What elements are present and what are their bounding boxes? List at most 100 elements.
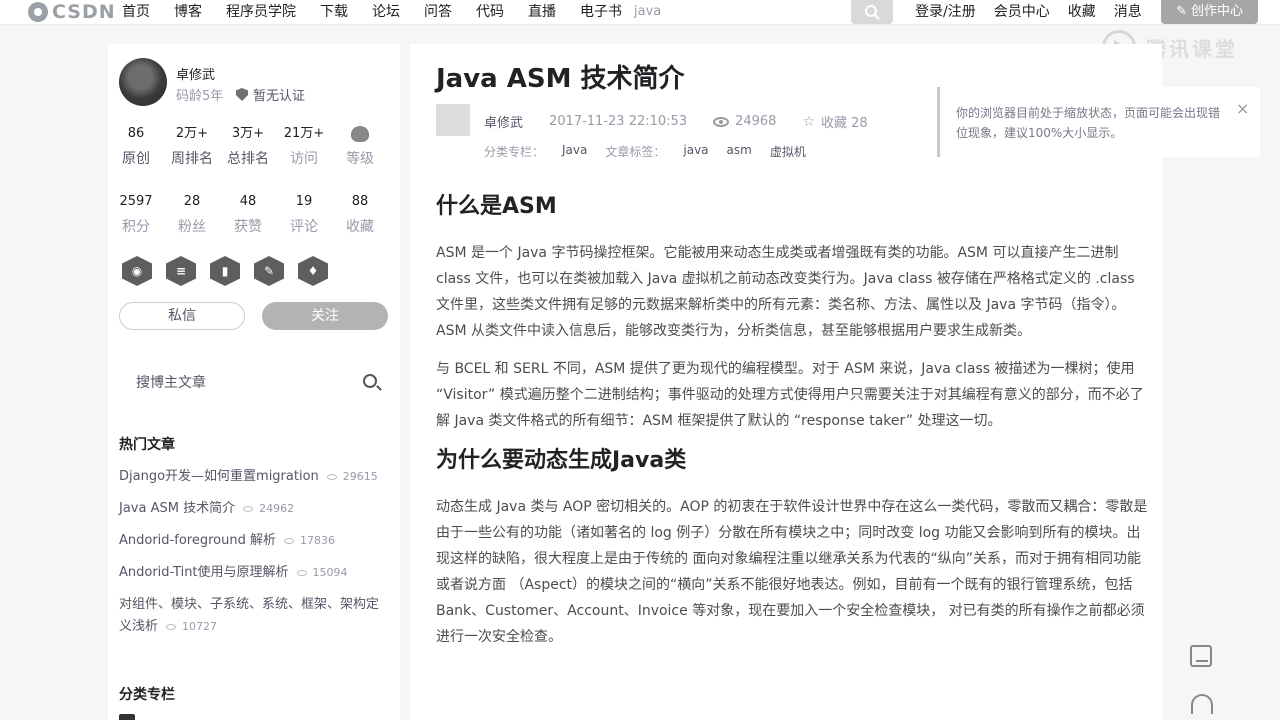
favorites-link[interactable]: 收藏 — [1059, 0, 1105, 24]
search-icon[interactable] — [363, 374, 377, 388]
private-message-button[interactable]: 私信 — [119, 302, 245, 330]
article-link[interactable]: 对组件、模块、子系统、系统、框架、架构定义浅析 — [119, 597, 379, 634]
level-icon — [351, 126, 369, 142]
category-icon — [119, 714, 135, 720]
edit-icon[interactable] — [1190, 645, 1212, 667]
article-content: 什么是ASM ASM 是一个 Java 字节码操控框架。它能被用来动态生成类或者… — [436, 192, 1148, 662]
meta-views: 24968 — [713, 114, 776, 129]
article-link[interactable]: Andorid-Tint使用与原理解析 — [119, 565, 289, 580]
code-age: 码龄5年 — [176, 89, 224, 104]
article-meta: 卓修武 2017-11-23 22:10:53 24968 ☆ 收藏 28 — [484, 112, 868, 132]
main-nav: 首页 博客 程序员学院 下载 论坛 问答 代码 直播 电子书 — [110, 0, 634, 24]
view-count: 17836 — [299, 534, 335, 547]
tags-label: 文章标签： — [605, 145, 666, 159]
nav-ebook[interactable]: 电子书 — [568, 0, 634, 24]
stat-level[interactable]: 等级 — [332, 124, 388, 169]
paragraph: ASM 是一个 Java 字节码操控框架。它能被用来动态生成类或者增强既有类的功… — [436, 245, 1135, 339]
list-item[interactable]: 对组件、模块、子系统、系统、框架、架构定义浅析 10727 — [119, 594, 389, 638]
star-icon: ☆ — [802, 113, 816, 130]
stat-weekly-rank[interactable]: 2万+ 周排名 — [164, 124, 220, 169]
eye-icon — [296, 569, 307, 576]
nav-blog[interactable]: 博客 — [162, 0, 214, 24]
csdn-logo[interactable]: CSDN — [28, 1, 116, 23]
view-count: 15094 — [312, 566, 348, 579]
article-link[interactable]: Django开发—如何重置migration — [119, 469, 319, 484]
category-tag[interactable]: Java — [562, 143, 587, 160]
cup-badge-icon[interactable]: ♦ — [298, 256, 328, 286]
search-button[interactable] — [851, 0, 893, 24]
stats-row-1: 86 原创 2万+ 周排名 3万+ 总排名 21万+ 访问 等级 — [108, 124, 400, 169]
list-item[interactable]: Andorid-Tint使用与原理解析 15094 — [119, 562, 389, 584]
favorites-count: 收藏 28 — [821, 116, 868, 131]
meta-author[interactable]: 卓修武 — [484, 112, 523, 131]
zoom-notice: 你的浏览器目前处于缩放状态，页面可能会出现错位现象，建议100%大小显示。 × — [937, 87, 1260, 157]
stat-original[interactable]: 86 原创 — [108, 124, 164, 169]
notice-text: 你的浏览器目前处于缩放状态，页面可能会出现错位现象，建议100%大小显示。 — [956, 106, 1221, 140]
stat-value: 88 — [351, 194, 369, 209]
nav-live[interactable]: 直播 — [516, 0, 568, 24]
author-avatar-small[interactable] — [436, 104, 470, 136]
tag-java[interactable]: java — [683, 143, 708, 160]
category-label: 分类专栏： — [484, 145, 545, 159]
nav-qa[interactable]: 问答 — [412, 0, 464, 24]
section-heading: 为什么要动态生成Java类 — [436, 448, 687, 473]
article-tags: 分类专栏： Java 文章标签： java asm 虚拟机 — [484, 143, 806, 160]
tag-vm[interactable]: 虚拟机 — [770, 143, 806, 160]
shield-icon — [236, 88, 248, 101]
stat-value: 86 — [127, 126, 145, 141]
certification-status: 暂无认证 — [236, 85, 305, 104]
list-item[interactable]: Andorid-foreground 解析 17836 — [119, 530, 389, 552]
vip-center-link[interactable]: 会员中心 — [985, 0, 1059, 24]
list-item[interactable]: Java ASM 技术简介 24962 — [119, 498, 389, 520]
stat-label: 收藏 — [346, 219, 374, 235]
stat-label: 评论 — [290, 219, 318, 235]
create-center-label: 创作中心 — [1191, 4, 1244, 19]
github-badge-icon[interactable]: ◉ — [122, 256, 152, 286]
close-icon[interactable]: × — [1236, 99, 1249, 118]
headset-icon[interactable] — [1191, 694, 1213, 714]
pen-icon: ✎ — [1175, 4, 1191, 19]
views-count: 24968 — [735, 114, 777, 129]
stat-fans[interactable]: 28 粉丝 — [164, 192, 220, 237]
author-avatar[interactable] — [119, 58, 167, 106]
csdn-logo-icon — [28, 2, 48, 22]
nav-forum[interactable]: 论坛 — [360, 0, 412, 24]
nav-home[interactable]: 首页 — [110, 0, 162, 24]
stat-label: 等级 — [346, 151, 374, 167]
meta-datetime: 2017-11-23 22:10:53 — [549, 114, 688, 129]
nav-code[interactable]: 代码 — [464, 0, 516, 24]
author-name[interactable]: 卓修武 — [176, 64, 215, 83]
bookmark-badge-icon[interactable]: ▮ — [210, 256, 240, 286]
category-title: 分类专栏 — [119, 687, 175, 703]
search-icon — [865, 5, 880, 20]
stat-total-rank[interactable]: 3万+ 总排名 — [220, 124, 276, 169]
stat-label: 访问 — [290, 151, 318, 167]
search-input[interactable]: java — [634, 0, 661, 24]
stat-label: 粉丝 — [178, 219, 206, 235]
stat-value: 28 — [183, 194, 201, 209]
tag-asm[interactable]: asm — [727, 143, 752, 160]
pen-badge-icon[interactable]: ✎ — [254, 256, 284, 286]
nav-academy[interactable]: 程序员学院 — [214, 0, 308, 24]
stat-value: 2万+ — [175, 126, 209, 141]
list-item[interactable]: Django开发—如何重置migration 29615 — [119, 466, 389, 488]
follow-button[interactable]: 关注 — [262, 302, 388, 330]
stat-points: 2597 积分 — [108, 192, 164, 237]
messages-link[interactable]: 消息 — [1105, 0, 1151, 24]
meta-favorites[interactable]: ☆ 收藏 28 — [802, 112, 868, 132]
list-badge-icon[interactable]: ≡ — [166, 256, 196, 286]
stat-visits: 21万+ 访问 — [276, 124, 332, 169]
nav-download[interactable]: 下载 — [308, 0, 360, 24]
stat-likes: 48 获赞 — [220, 192, 276, 237]
article-link[interactable]: Java ASM 技术简介 — [119, 501, 235, 516]
stat-label: 周排名 — [171, 151, 213, 167]
stat-label: 积分 — [122, 219, 150, 235]
login-link[interactable]: 登录/注册 — [906, 0, 985, 24]
eye-icon — [166, 623, 177, 630]
hot-articles-title: 热门文章 — [119, 437, 175, 453]
article-link[interactable]: Andorid-foreground 解析 — [119, 533, 276, 548]
create-center-button[interactable]: ✎ 创作中心 — [1161, 0, 1258, 24]
stats-row-2: 2597 积分 28 粉丝 48 获赞 19 评论 88 收藏 — [108, 192, 400, 237]
stat-collections: 88 收藏 — [332, 192, 388, 237]
blog-search-input[interactable]: 搜博主文章 — [136, 372, 206, 392]
